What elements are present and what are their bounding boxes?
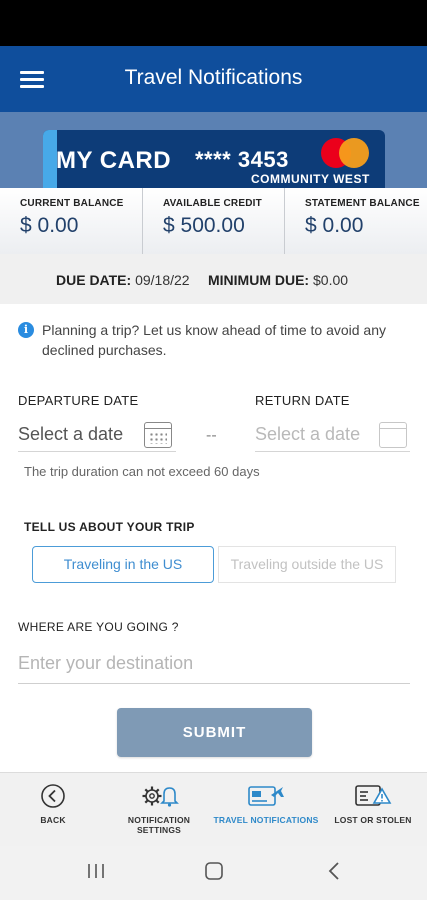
return-date-label: RETURN DATE	[255, 393, 350, 408]
due-info-bar: DUE DATE: 09/18/22 MINIMUM DUE: $0.00	[0, 254, 427, 304]
due-date-value: 09/18/22	[135, 272, 190, 288]
back-system-icon[interactable]	[325, 860, 343, 882]
balance-label: AVAILABLE CREDIT	[163, 198, 262, 209]
option-traveling-in-us[interactable]: Traveling in the US	[32, 546, 214, 583]
gear-bell-icon	[142, 786, 179, 807]
home-icon[interactable]	[203, 860, 225, 882]
departure-date-placeholder: Select a date	[18, 424, 124, 444]
current-balance: CURRENT BALANCE $ 0.00	[0, 188, 142, 254]
calendar-icon[interactable]	[379, 422, 407, 448]
duration-hint: The trip duration can not exceed 60 days	[24, 464, 260, 479]
nav-label: BACK	[40, 815, 66, 825]
card-name: MY CARD	[56, 147, 172, 174]
system-navigation-bar	[0, 846, 427, 900]
card-stripe	[43, 130, 57, 188]
minimum-due: MINIMUM DUE: $0.00	[208, 272, 348, 288]
nav-label: LOST OR STOLEN	[334, 815, 412, 825]
due-date-label: DUE DATE:	[56, 272, 132, 288]
card-bank-name: COMMUNITY WEST	[251, 172, 370, 186]
card-plane-icon	[248, 786, 284, 806]
balance-summary: CURRENT BALANCE $ 0.00 AVAILABLE CREDIT …	[0, 188, 427, 254]
card-warning-icon	[355, 785, 392, 806]
balance-label: CURRENT BALANCE	[20, 198, 124, 209]
app-bar: Travel Notifications	[0, 46, 427, 112]
date-range-separator: --	[206, 427, 217, 444]
minimum-due-label: MINIMUM DUE:	[208, 272, 310, 288]
nav-travel-notifications[interactable]: TRAVEL NOTIFICATIONS	[213, 773, 319, 847]
calendar-icon[interactable]	[144, 422, 172, 448]
page-title: Travel Notifications	[124, 66, 303, 89]
mastercard-logo-icon	[321, 138, 371, 168]
nav-back[interactable]: BACK	[0, 773, 106, 847]
info-text: Planning a trip? Let us know ahead of ti…	[42, 322, 386, 358]
card-masked-number: **** 3453	[195, 147, 289, 172]
submit-button[interactable]: SUBMIT	[117, 708, 312, 757]
recent-apps-icon[interactable]	[86, 860, 106, 882]
nav-label: NOTIFICATION SETTINGS	[127, 815, 191, 835]
return-date-placeholder: Select a date	[255, 424, 361, 444]
back-circle-icon	[41, 784, 65, 808]
card-banner: MY CARD **** 3453 COMMUNITY WEST	[0, 112, 427, 188]
option-traveling-outside-us[interactable]: Traveling outside the US	[218, 546, 396, 583]
available-credit: AVAILABLE CREDIT $ 500.00	[142, 188, 284, 254]
nav-notification-settings[interactable]: NOTIFICATION SETTINGS	[106, 773, 212, 847]
info-icon: i	[18, 322, 34, 338]
balance-label: STATEMENT BALANCE	[305, 198, 420, 209]
return-date-field[interactable]: Select a date	[255, 418, 410, 452]
trip-type-heading: TELL US ABOUT YOUR TRIP	[24, 520, 195, 534]
info-message: i Planning a trip? Let us know ahead of …	[18, 320, 414, 360]
bottom-navigation: BACK NOTIFICATION SETTINGS TRAVEL NOTIFI…	[0, 772, 427, 846]
departure-date-field[interactable]: Select a date	[18, 418, 176, 452]
balance-value: $ 0.00	[20, 214, 79, 237]
minimum-due-value: $0.00	[313, 272, 349, 288]
balance-value: $ 0.00	[305, 214, 364, 237]
due-date: DUE DATE: 09/18/22	[56, 272, 190, 288]
destination-input[interactable]	[18, 644, 410, 684]
credit-card-image: MY CARD **** 3453 COMMUNITY WEST	[43, 130, 385, 188]
destination-label: WHERE ARE YOU GOING ?	[18, 620, 179, 634]
nav-lost-or-stolen[interactable]: LOST OR STOLEN	[320, 773, 426, 847]
statement-balance: STATEMENT BALANCE $ 0.00	[284, 188, 427, 254]
nav-label: TRAVEL NOTIFICATIONS	[213, 815, 319, 825]
departure-date-label: DEPARTURE DATE	[18, 393, 139, 408]
status-bar	[0, 0, 427, 46]
balance-value: $ 500.00	[163, 214, 245, 237]
